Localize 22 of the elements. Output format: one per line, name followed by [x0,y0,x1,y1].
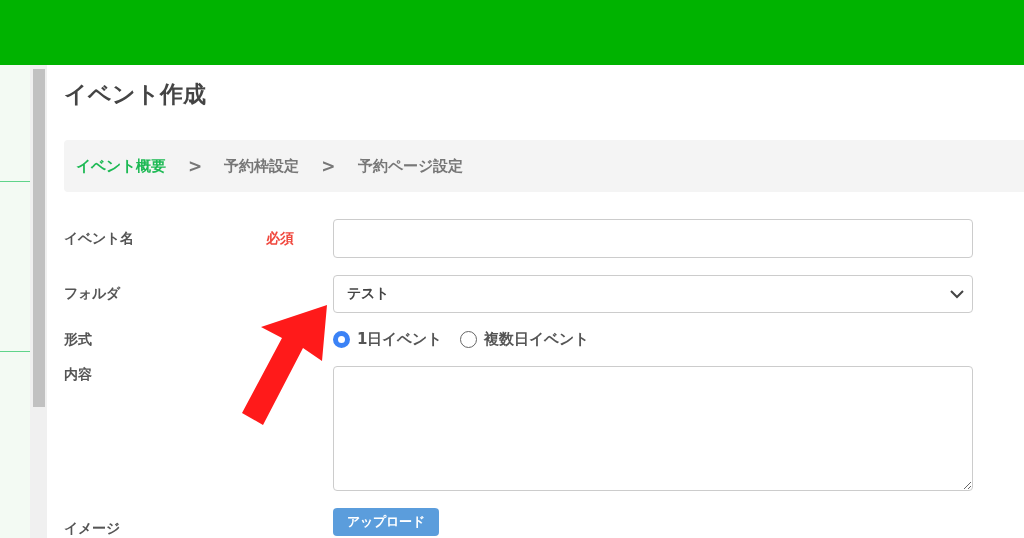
page-title: イベント作成 [64,80,206,109]
radio-button[interactable] [333,331,350,348]
radio-label[interactable]: 1日イベント [357,330,443,349]
field-label: フォルダ [64,285,120,303]
chevron-icon: > [180,156,211,176]
scrollbar[interactable] [30,65,47,538]
required-label: 必須 [266,229,294,248]
chevron-down-icon [950,289,964,299]
content-textarea[interactable] [333,366,973,491]
field-label: イベント名 [64,229,134,248]
field-label: 形式 [64,330,92,349]
radio-label[interactable]: 複数日イベント [484,330,590,349]
upload-button[interactable]: アップロード [333,508,439,536]
step-label[interactable]: 予約枠設定 [224,156,300,176]
field-label: イメージ [64,520,120,538]
step-label[interactable]: 予約ページ設定 [357,156,463,176]
folder-select[interactable]: テスト [333,275,973,313]
radio-button[interactable] [460,331,478,348]
input-field[interactable] [333,219,973,258]
chevron-icon: > [313,156,344,176]
step-label[interactable]: イベント概要 [76,156,166,176]
field-label: 内容 [64,366,92,384]
